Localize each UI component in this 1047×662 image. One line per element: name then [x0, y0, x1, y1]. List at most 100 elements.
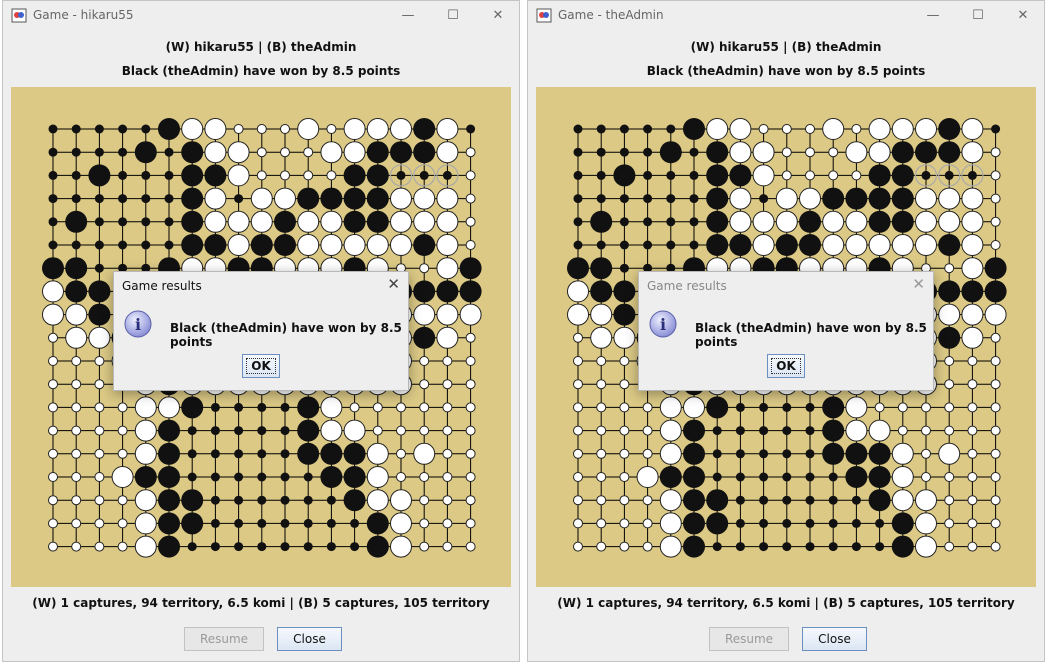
black-stone — [436, 280, 459, 303]
white-territory-marker — [280, 124, 290, 134]
black-territory-marker — [735, 518, 745, 528]
black-stone — [413, 118, 436, 140]
black-stone — [158, 466, 180, 488]
white-territory-marker — [596, 356, 607, 366]
black-stone — [366, 187, 389, 210]
white-territory-marker — [442, 356, 453, 366]
close-button[interactable]: Close — [277, 627, 342, 651]
black-territory-marker — [828, 542, 838, 552]
white-stone — [567, 303, 589, 326]
dialog-close-icon[interactable]: ✕ — [387, 275, 400, 293]
white-stone — [320, 234, 343, 256]
white-stone — [343, 419, 366, 442]
black-territory-marker — [805, 495, 815, 505]
resume-button[interactable]: Resume — [709, 627, 789, 651]
black-territory-marker — [210, 495, 220, 505]
black-territory-marker — [303, 495, 313, 505]
white-stone — [413, 187, 436, 210]
black-stone — [274, 210, 296, 233]
ok-button[interactable]: OK — [767, 354, 805, 378]
resume-button[interactable]: Resume — [184, 627, 264, 651]
white-stone — [915, 234, 937, 256]
close-icon[interactable]: ✕ — [488, 7, 508, 25]
maximize-icon[interactable]: ☐ — [968, 7, 988, 25]
white-stone — [297, 210, 320, 233]
title-bar[interactable]: Game - hikaru55 — ☐ ✕ — [3, 1, 519, 31]
white-territory-marker — [805, 124, 815, 134]
white-stone — [822, 234, 845, 256]
white-stone — [366, 442, 389, 465]
black-stone — [891, 210, 914, 233]
black-stone — [181, 141, 204, 164]
black-territory-marker — [164, 217, 174, 227]
black-stone — [961, 280, 984, 303]
white-territory-marker — [71, 379, 82, 390]
white-stone — [915, 489, 937, 512]
ok-button[interactable]: OK — [242, 354, 280, 378]
white-territory-marker — [781, 124, 792, 134]
black-stone — [868, 187, 891, 210]
black-territory-marker — [326, 542, 336, 552]
close-button[interactable]: Close — [802, 627, 867, 651]
white-territory-marker — [465, 518, 476, 529]
black-territory-marker — [782, 402, 792, 412]
white-territory-marker — [465, 216, 476, 227]
white-stone — [274, 187, 296, 210]
white-territory-marker — [944, 518, 955, 529]
black-stone — [822, 396, 845, 419]
white-territory-marker — [596, 541, 607, 552]
black-territory-marker — [689, 217, 699, 227]
black-stone — [297, 187, 320, 210]
white-stone — [868, 118, 891, 140]
white-territory-marker — [990, 332, 1001, 343]
white-stone — [65, 303, 88, 326]
black-stone — [366, 210, 389, 233]
black-stone — [706, 512, 729, 535]
white-stone — [961, 187, 984, 210]
white-territory-marker — [990, 240, 1001, 250]
white-territory-marker — [117, 402, 128, 413]
close-icon[interactable]: ✕ — [1013, 7, 1033, 25]
minimize-icon[interactable]: — — [398, 7, 418, 25]
white-stone — [250, 187, 273, 210]
black-territory-marker — [71, 194, 81, 204]
white-territory-marker — [967, 518, 978, 529]
black-territory-marker — [759, 194, 769, 204]
white-territory-marker — [465, 402, 476, 413]
white-territory-marker — [303, 147, 314, 158]
black-stone — [65, 280, 88, 303]
white-territory-marker — [465, 541, 476, 552]
white-territory-marker — [573, 402, 583, 413]
black-stone — [683, 535, 705, 558]
title-bar[interactable]: Game - theAdmin — ☐ ✕ — [528, 1, 1044, 31]
black-territory-marker — [828, 472, 838, 482]
maximize-icon[interactable]: ☐ — [443, 7, 463, 25]
black-territory-marker — [666, 124, 676, 134]
white-stone — [134, 442, 157, 465]
white-territory-marker — [71, 541, 82, 552]
white-territory-marker — [48, 332, 58, 343]
white-stone — [938, 210, 961, 233]
black-territory-marker — [48, 217, 58, 227]
white-stone — [891, 466, 914, 488]
black-stone — [683, 512, 705, 535]
white-territory-marker — [573, 425, 583, 436]
white-stone — [845, 396, 868, 419]
black-territory-marker — [118, 240, 128, 250]
white-territory-marker — [419, 472, 430, 482]
black-stone — [343, 164, 366, 187]
white-territory-marker — [465, 495, 476, 506]
minimize-icon[interactable]: — — [923, 7, 943, 25]
black-stone — [297, 442, 320, 465]
white-stone — [961, 234, 984, 256]
black-stone — [938, 234, 961, 256]
white-territory-marker — [442, 402, 453, 413]
black-territory-marker — [782, 542, 792, 552]
black-territory-marker — [689, 170, 699, 180]
black-stone — [845, 466, 868, 488]
white-stone — [729, 141, 752, 164]
dialog-close-icon[interactable]: ✕ — [912, 275, 925, 293]
white-stone — [822, 118, 845, 140]
white-stone — [320, 396, 343, 419]
game-results-dialog: Game results ✕ i Black (theAdmin) have w… — [638, 271, 934, 391]
